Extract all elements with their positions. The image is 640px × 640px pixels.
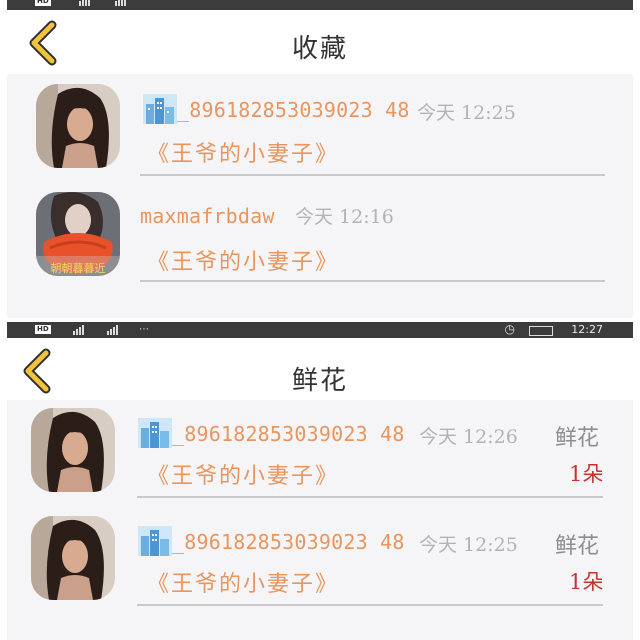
gift-count: 1朵 [569, 462, 604, 486]
city-icon [143, 94, 177, 124]
battery-icon [529, 326, 553, 336]
clock: 12:27 [571, 323, 603, 336]
status-bar-bottom: HD ⋯ ◷ 12:27 [7, 322, 633, 338]
signal-icon [79, 0, 90, 6]
favorites-header: 收藏 [7, 14, 633, 70]
flowers-screen: 鲜花 _896182853039023 48 今天 12:26 鲜花 《王爷的小… [7, 338, 633, 640]
avatar[interactable] [36, 84, 120, 168]
book-title[interactable]: 《王爷的小妻子》 [147, 244, 339, 276]
city-icon [138, 526, 172, 556]
divider [137, 496, 603, 498]
gift-label: 鲜花 [555, 534, 600, 559]
divider [137, 604, 603, 606]
avatar[interactable] [31, 516, 115, 600]
flowers-list: _896182853039023 48 今天 12:26 鲜花 《王爷的小妻子》… [7, 400, 633, 640]
book-title[interactable]: 《王爷的小妻子》 [147, 566, 339, 598]
signal-icon [115, 0, 126, 6]
gift-label: 鲜花 [555, 426, 600, 451]
book-title[interactable]: 《王爷的小妻子》 [147, 458, 339, 490]
favorites-screen: 收藏 _896182853039023 48 今天 12:25 《王爷的小妻子》… [7, 10, 633, 320]
username[interactable]: _896182853039023 48 [172, 530, 405, 554]
page-title: 收藏 [291, 34, 348, 64]
signal-icon [73, 325, 84, 335]
status-bar-top: HD [7, 0, 633, 10]
avatar-caption: 朝朝暮暮近 [51, 261, 106, 275]
list-item[interactable]: _896182853039023 48 今天 12:26 鲜花 《王爷的小妻子》… [7, 400, 633, 504]
timestamp: 今天 12:25 [419, 534, 518, 556]
list-item[interactable]: 朝朝暮暮近 maxmafrbdaw 今天 12:16 《王爷的小妻子》 [7, 180, 633, 284]
flowers-header: 鲜花 [7, 338, 633, 396]
timestamp: 今天 12:16 [295, 206, 394, 228]
username[interactable]: _896182853039023 48 [172, 422, 405, 446]
alarm-icon: ◷ [504, 322, 515, 336]
page-title: 鲜花 [291, 366, 348, 396]
hd-badge: HD [35, 325, 51, 334]
hd-badge: HD [35, 0, 51, 6]
avatar[interactable]: 朝朝暮暮近 [36, 192, 120, 276]
list-item[interactable]: _896182853039023 48 今天 12:25 《王爷的小妻子》 [7, 74, 633, 178]
avatar[interactable] [31, 408, 115, 492]
favorites-list: _896182853039023 48 今天 12:25 《王爷的小妻子》 朝朝… [7, 74, 633, 318]
book-title[interactable]: 《王爷的小妻子》 [147, 136, 339, 168]
gift-count: 1朵 [569, 570, 604, 594]
city-icon [138, 418, 172, 448]
dots-icon: ⋯ [139, 324, 149, 335]
timestamp: 今天 12:26 [419, 426, 518, 448]
divider [140, 280, 605, 282]
username[interactable]: maxmafrbdaw [140, 204, 275, 228]
timestamp: 今天 12:25 [417, 102, 516, 124]
signal-icon [107, 325, 118, 335]
username[interactable]: _896182853039023 48 [177, 98, 410, 122]
list-item[interactable]: _896182853039023 48 今天 12:25 鲜花 《王爷的小妻子》… [7, 508, 633, 612]
divider [140, 174, 605, 176]
